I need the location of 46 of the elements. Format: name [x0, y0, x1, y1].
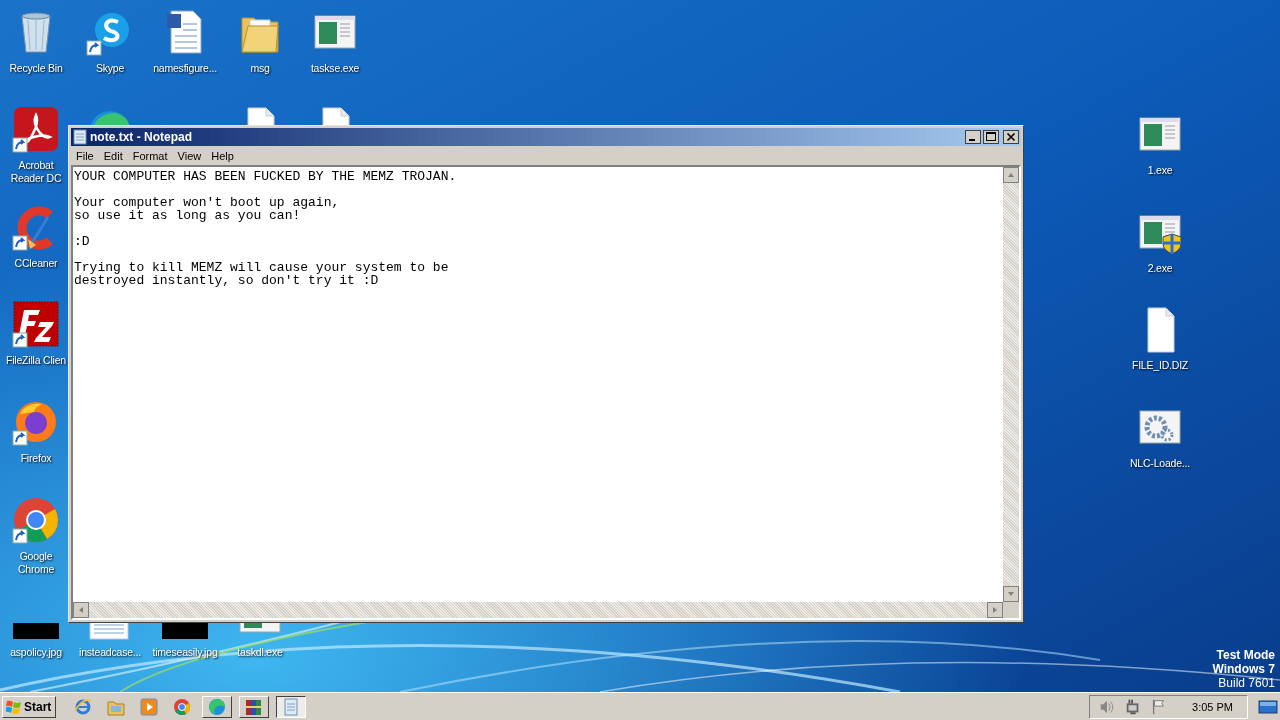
windows-logo-icon — [6, 698, 22, 715]
icon-label[interactable]: CCleaner — [14, 257, 58, 270]
icon-label[interactable]: taskse.exe — [310, 62, 360, 75]
menu-item[interactable]: Help — [206, 149, 239, 162]
close-button[interactable] — [1003, 130, 1019, 144]
acrobat-icon[interactable] — [12, 105, 60, 153]
icon-label[interactable]: 2.exe — [1147, 262, 1173, 275]
start-button[interactable]: Start — [2, 695, 57, 718]
icon-label[interactable]: 1.exe — [1147, 164, 1173, 177]
icon-label[interactable]: Acrobat Reader DC — [3, 159, 69, 185]
menu-item[interactable]: Format — [127, 149, 173, 162]
notice-text: Test Mode — [1216, 648, 1275, 662]
scroll-right-button[interactable] — [987, 602, 1003, 618]
chrome-icon[interactable] — [12, 496, 60, 544]
show-desktop-icon[interactable] — [1258, 698, 1278, 715]
filezilla-icon[interactable] — [12, 300, 60, 348]
media-player-icon — [139, 696, 160, 717]
notice-text: Build 7601 — [1218, 676, 1275, 690]
menu-item[interactable]: File — [71, 149, 99, 162]
icon-label[interactable]: FILE_ID.DIZ — [1131, 359, 1189, 372]
notice-text: Windows 7 — [1212, 662, 1275, 676]
icon-label[interactable]: msg — [250, 62, 270, 75]
icon-label[interactable]: NLC-Loade... — [1129, 457, 1191, 470]
internet-explorer-icon — [73, 696, 94, 717]
taskbar-button[interactable] — [276, 695, 307, 718]
scroll-left-button[interactable] — [73, 602, 89, 618]
scroll-down-button[interactable] — [1003, 586, 1019, 602]
chrome-icon — [172, 696, 193, 717]
menu-item[interactable]: View — [172, 149, 207, 162]
scroll-up-button[interactable] — [1003, 167, 1019, 183]
scrollbar-corner — [1003, 602, 1019, 618]
image-thumbnail[interactable] — [12, 623, 60, 640]
clock[interactable]: 3:05 PM — [1192, 700, 1233, 713]
edge-icon — [207, 696, 228, 717]
icon-label[interactable]: FileZilla Clien — [6, 354, 66, 367]
notepad-icon — [73, 129, 87, 145]
icon-label[interactable]: Google Chrome — [3, 550, 69, 576]
menu-item[interactable]: Edit — [98, 149, 128, 162]
maximize-button[interactable] — [983, 130, 999, 144]
icon-label[interactable]: Recycle Bin — [9, 62, 63, 75]
icon-label[interactable]: Skype — [95, 62, 125, 75]
icon-label[interactable]: aspolicy.jpg — [10, 646, 62, 659]
minimize-button[interactable] — [965, 130, 981, 144]
icon-label[interactable]: Firefox — [20, 452, 52, 465]
icon-label[interactable]: namesfigure... — [153, 62, 217, 75]
window-title: note.txt - Notepad — [90, 130, 193, 144]
